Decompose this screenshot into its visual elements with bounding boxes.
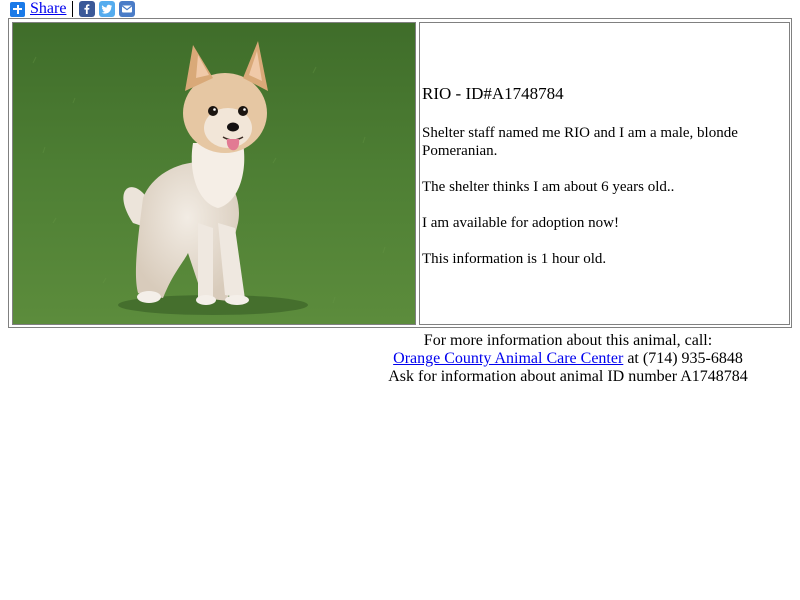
- share-divider: [72, 1, 74, 17]
- info-freshness: This information is 1 hour old.: [422, 251, 607, 267]
- share-link[interactable]: Share: [30, 0, 66, 18]
- contact-line-center: Orange County Animal Care Center at (714…: [350, 350, 786, 368]
- animal-info-panel: RIO - ID#A1748784 Shelter staff named me…: [419, 22, 790, 325]
- animal-title: RIO - ID#A1748784: [422, 84, 564, 103]
- twitter-icon[interactable]: [99, 1, 116, 17]
- animal-availability: I am available for adoption now!: [422, 215, 620, 231]
- share-bar: Share: [10, 0, 139, 18]
- animal-listing-table: RIO - ID#A1748784 Shelter staff named me…: [8, 18, 792, 328]
- animal-photo: [12, 22, 416, 325]
- contact-phone: at (714) 935-6848: [623, 350, 743, 367]
- contact-line-animal-id: Ask for information about animal ID numb…: [388, 368, 748, 385]
- animal-description: Shelter staff named me RIO and I am a ma…: [422, 125, 738, 159]
- animal-center-link[interactable]: Orange County Animal Care Center: [393, 350, 623, 367]
- email-icon[interactable]: [119, 1, 136, 17]
- contact-info: For more information about this animal, …: [350, 332, 786, 386]
- animal-age: The shelter thinks I am about 6 years ol…: [422, 179, 675, 195]
- contact-line-intro: For more information about this animal, …: [423, 332, 713, 349]
- share-plus-icon[interactable]: [10, 1, 25, 17]
- facebook-icon[interactable]: [79, 1, 96, 17]
